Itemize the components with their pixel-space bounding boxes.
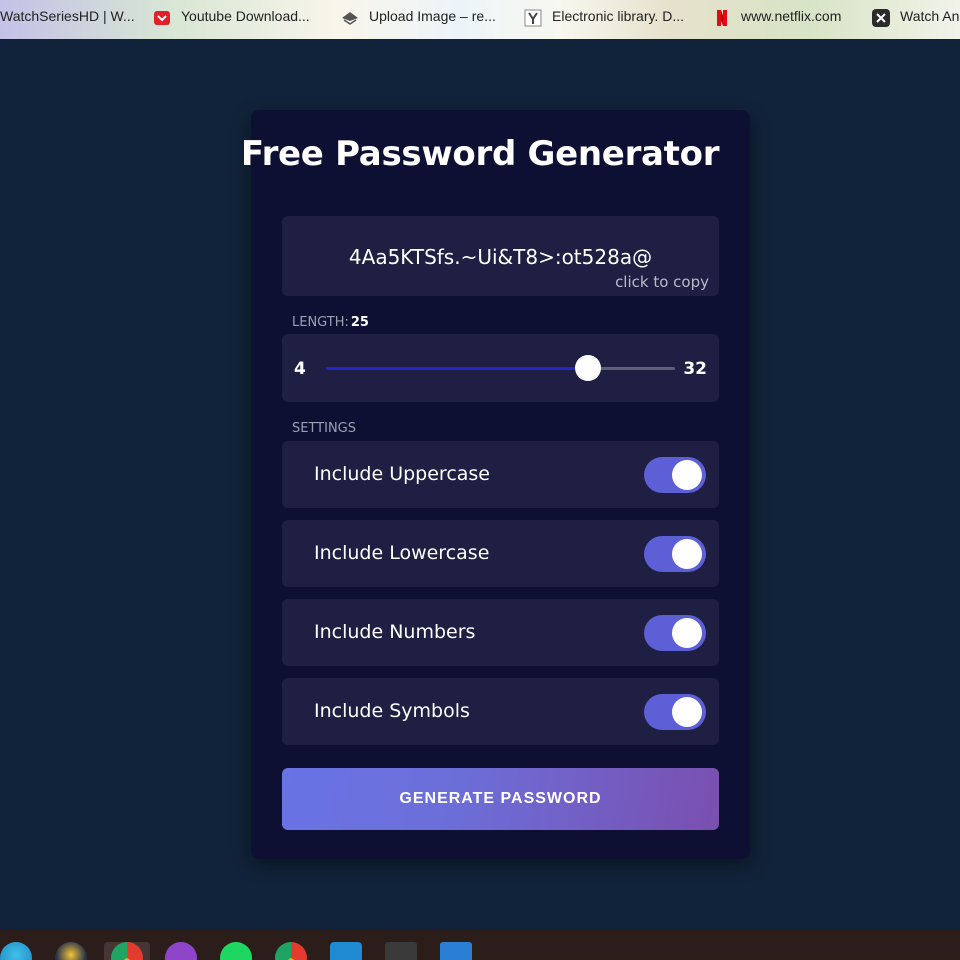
length-panel: 4 32 xyxy=(282,334,719,402)
chrome-icon xyxy=(111,942,143,960)
bookmark-label: www.netflix.com xyxy=(741,8,842,24)
chrome-profile-icon[interactable] xyxy=(275,942,307,960)
toggle-knob xyxy=(672,697,702,727)
library-icon xyxy=(524,6,542,27)
upload-image-icon xyxy=(341,6,359,26)
setting-lowercase: Include Lowercase xyxy=(282,520,719,587)
bookmark-label: Upload Image – re... xyxy=(369,8,496,24)
bookmark-netflix[interactable]: www.netflix.com xyxy=(713,0,841,32)
bookmark-watch-anime[interactable]: Watch An xyxy=(872,0,959,32)
app-icon[interactable] xyxy=(55,942,87,960)
vscode-icon[interactable] xyxy=(330,942,362,960)
toggle-knob xyxy=(672,618,702,648)
watch-anime-icon xyxy=(872,6,890,28)
github-icon[interactable] xyxy=(165,942,197,960)
setting-label: Include Symbols xyxy=(314,700,470,722)
length-value: 25 xyxy=(350,315,369,330)
numbers-toggle[interactable] xyxy=(644,615,706,651)
uppercase-toggle[interactable] xyxy=(644,457,706,493)
toggle-knob xyxy=(672,539,702,569)
page-title: Free Password Generator xyxy=(240,134,720,174)
edge-icon[interactable] xyxy=(0,942,32,960)
azure-icon[interactable] xyxy=(440,942,472,960)
settings-label: SETTINGS xyxy=(292,421,357,436)
bookmark-watchseries[interactable]: WatchSeriesHD | W... xyxy=(0,0,135,32)
spotify-icon[interactable] xyxy=(220,942,252,960)
netflix-icon xyxy=(713,6,731,27)
length-label: LENGTH: 25 xyxy=(292,315,369,330)
toggle-knob xyxy=(672,460,702,490)
bookmark-label: Youtube Download... xyxy=(181,8,310,24)
generate-password-button[interactable]: GENERATE PASSWORD xyxy=(282,768,719,830)
bookmark-electronic-library[interactable]: Electronic library. D... xyxy=(524,0,684,32)
setting-symbols: Include Symbols xyxy=(282,678,719,745)
setting-label: Include Numbers xyxy=(314,621,476,643)
bookmark-upload-image[interactable]: Upload Image – re... xyxy=(341,0,496,32)
bookmark-label: WatchSeriesHD | W... xyxy=(0,8,135,24)
chrome-taskbar-button[interactable] xyxy=(104,942,150,960)
taskbar xyxy=(0,930,960,960)
setting-label: Include Uppercase xyxy=(314,463,490,485)
slider-fill xyxy=(326,367,588,370)
bookmark-label: Electronic library. D... xyxy=(552,8,684,24)
bookmark-youtube-download[interactable]: Youtube Download... xyxy=(153,0,310,32)
length-label-text: LENGTH: xyxy=(292,315,349,330)
terminal-icon[interactable] xyxy=(385,942,417,960)
setting-uppercase: Include Uppercase xyxy=(282,441,719,508)
symbols-toggle[interactable] xyxy=(644,694,706,730)
slider-thumb[interactable] xyxy=(574,355,601,381)
youtube-download-icon xyxy=(153,6,171,26)
setting-numbers: Include Numbers xyxy=(282,599,719,666)
bookmark-label: Watch An xyxy=(900,8,960,24)
password-display[interactable]: 4Aa5KTSfs.~Ui&T8>:ot528a@ click to copy xyxy=(282,216,719,296)
lowercase-toggle[interactable] xyxy=(644,536,706,572)
setting-label: Include Lowercase xyxy=(314,542,490,564)
bookmarks-bar: WatchSeriesHD | W... Youtube Download...… xyxy=(0,0,960,39)
password-text: 4Aa5KTSfs.~Ui&T8>:ot528a@ xyxy=(348,245,653,269)
copy-hint: click to copy xyxy=(615,273,709,291)
length-max: 32 xyxy=(683,359,707,379)
length-min: 4 xyxy=(294,359,306,379)
length-slider[interactable] xyxy=(326,355,675,381)
